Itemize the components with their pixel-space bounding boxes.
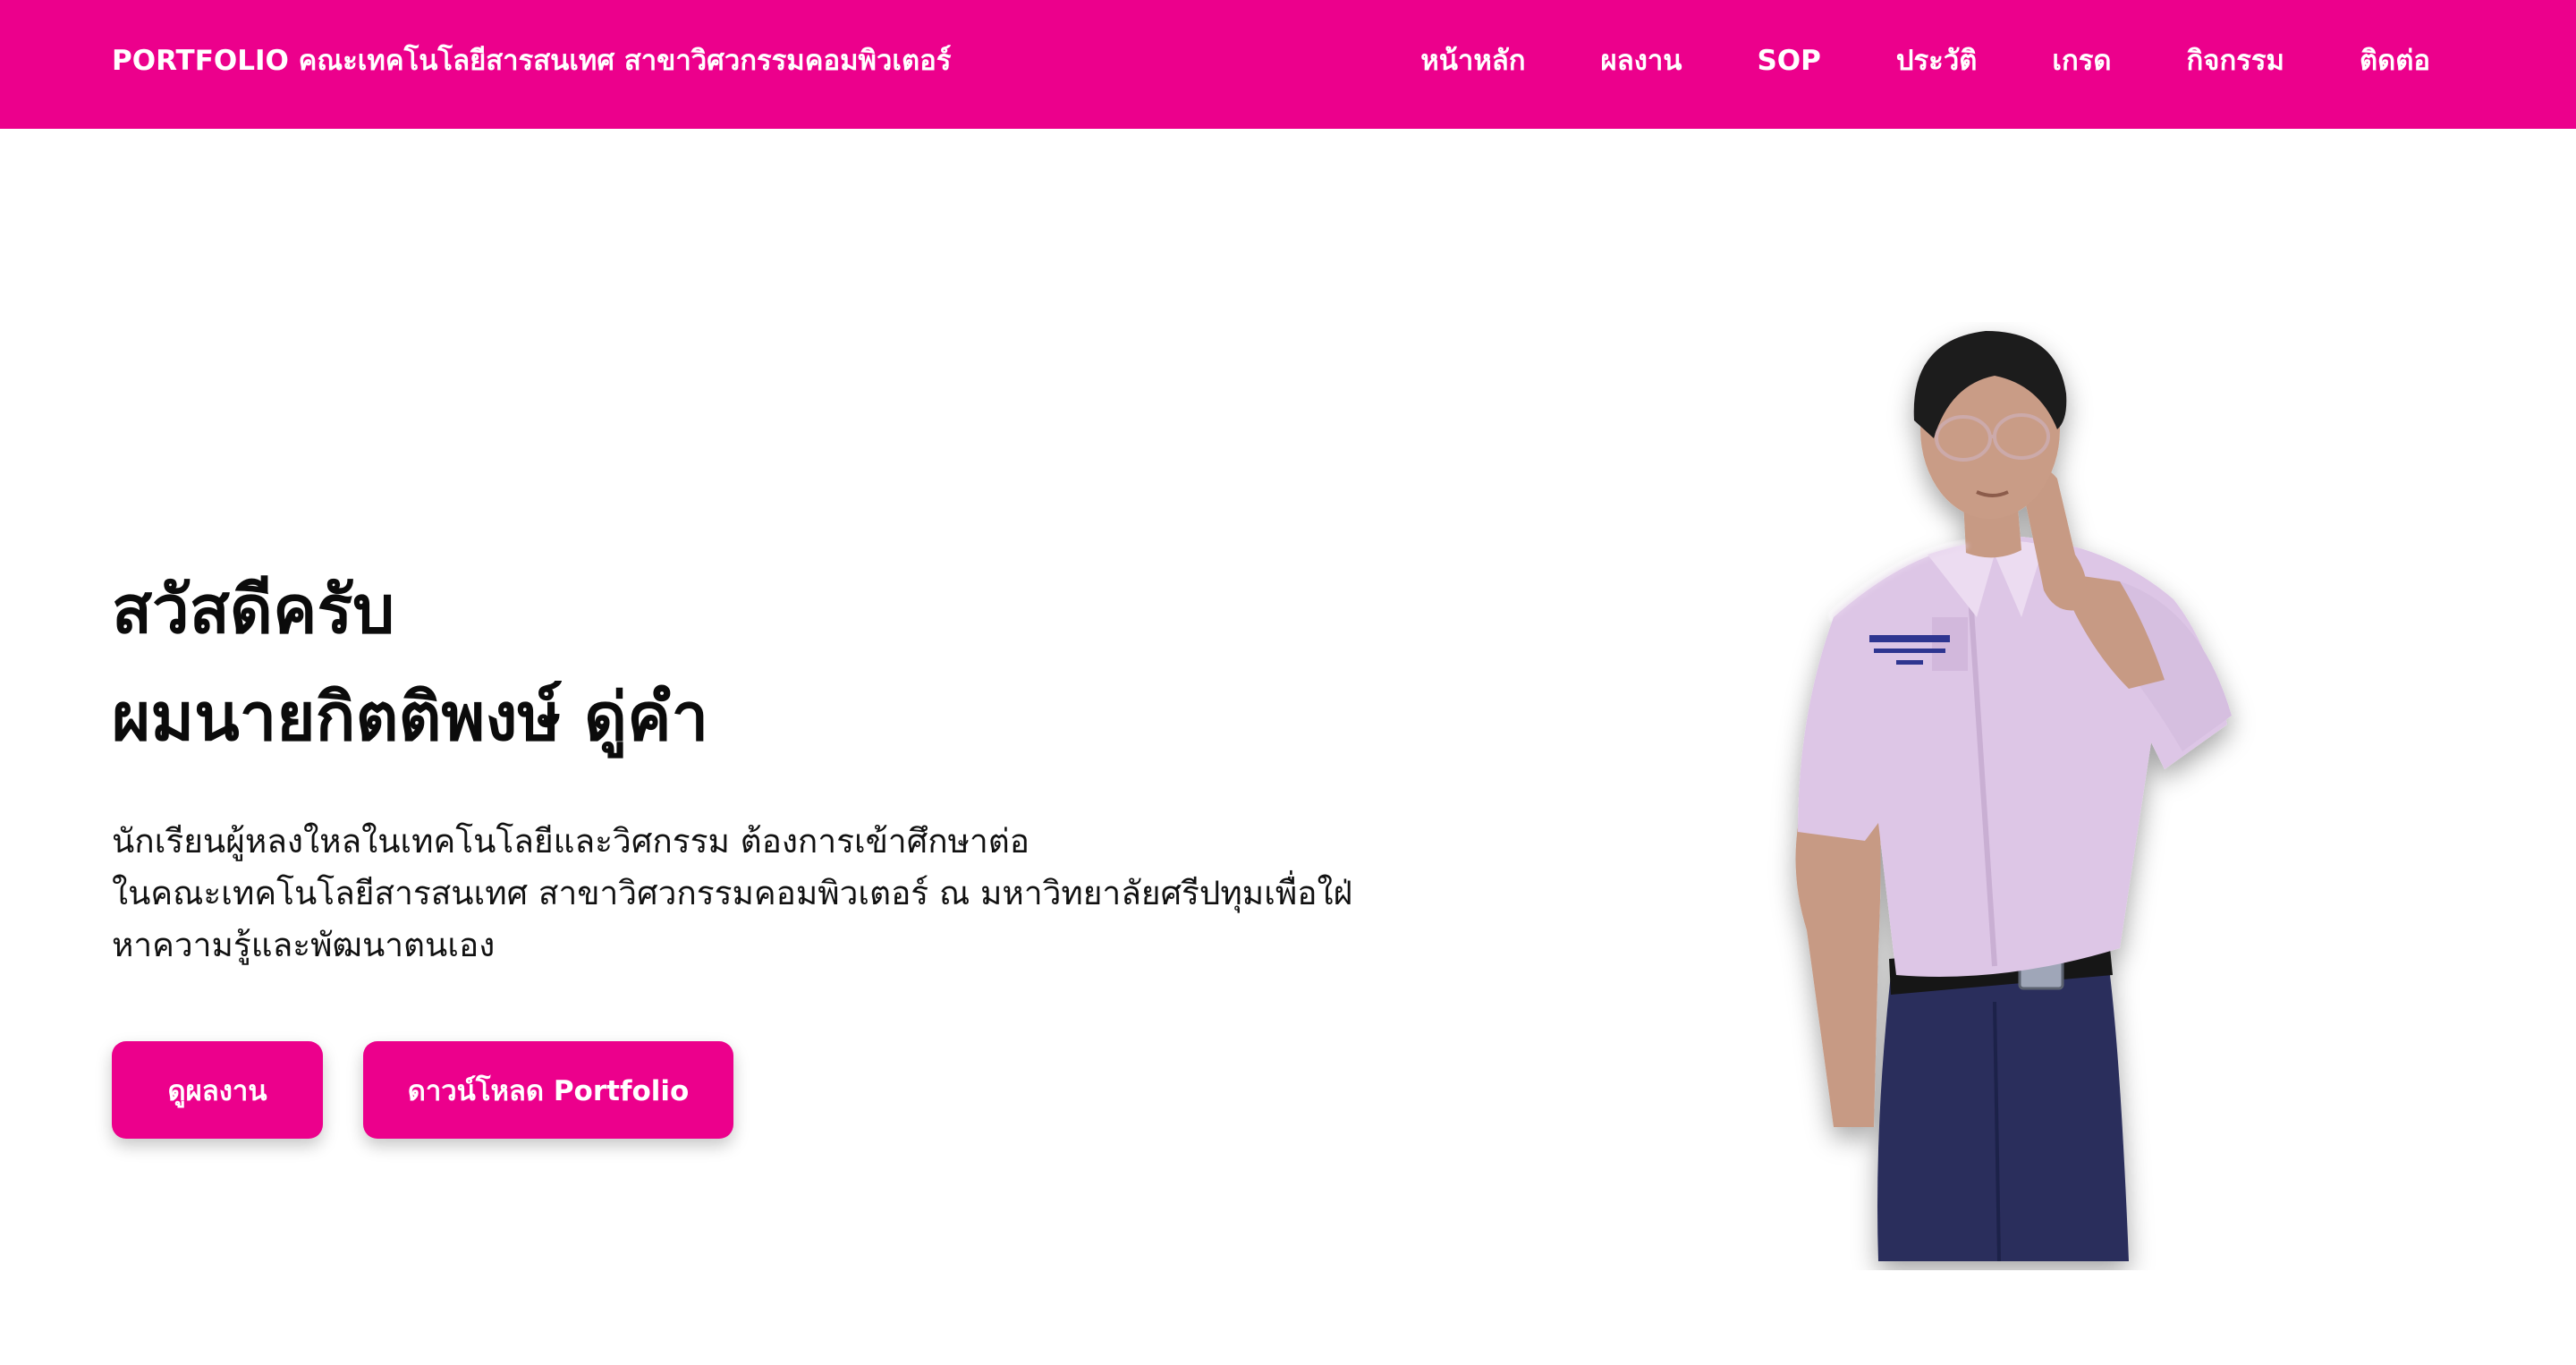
hero-title: สวัสดีครับ ผมนายกิตติพงษ์ ดู่คำ [112,556,708,771]
nav-menu: หน้าหลัก ผลงาน SOP ประวัติ เกรด กิจกรรม … [1420,41,2430,81]
nav-item-sop[interactable]: SOP [1757,41,1820,81]
download-portfolio-button[interactable]: ดาวน์โหลด Portfolio [363,1041,733,1139]
hero-title-name: ผมนายกิตติพงษ์ ดู่คำ [112,679,709,756]
profile-photo [1699,322,2326,1270]
nav-item-contact[interactable]: ติดต่อ [2360,41,2430,81]
hero-title-greeting: สวัสดีครับ [112,572,395,649]
hero-desc-line: ในคณะเทคโนโลยีสารสนเทศ สาขาวิศวกรรมคอมพิ… [112,874,1353,912]
nav-item-works[interactable]: ผลงาน [1601,41,1682,81]
site-brand[interactable]: PORTFOLIO คณะเทคโนโลยีสารสนเทศ สาขาวิศวก… [112,41,951,81]
nav-item-history[interactable]: ประวัติ [1896,41,1978,81]
nav-item-activities[interactable]: กิจกรรม [2187,41,2284,81]
nav-item-grades[interactable]: เกรด [2052,41,2111,81]
nav-item-home[interactable]: หน้าหลัก [1420,41,1525,81]
hero-desc-line: นักเรียนผู้หลงใหลในเทคโนโลยีและวิศกรรม ต… [112,822,1030,861]
hero-description: นักเรียนผู้หลงใหลในเทคโนโลยีและวิศกรรม ต… [112,816,1400,971]
student-portrait-photo [1795,331,2232,1262]
hero-desc-line: หาความรู้และพัฒนาตนเอง [112,926,496,964]
view-works-button[interactable]: ดูผลงาน [112,1041,323,1139]
top-navbar: PORTFOLIO คณะเทคโนโลยีสารสนเทศ สาขาวิศวก… [0,0,2576,129]
